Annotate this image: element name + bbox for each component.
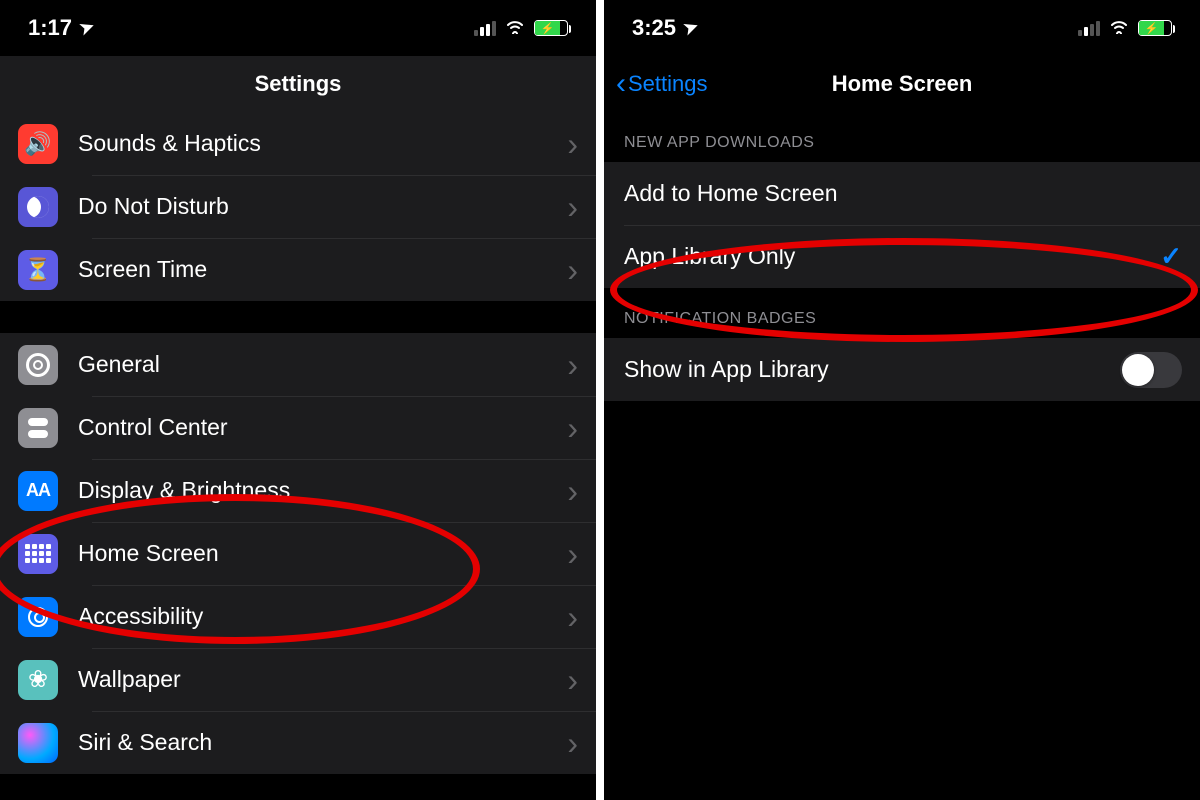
status-bar: 1:17 ➤ ⚡ — [0, 0, 596, 56]
settings-group-1: 🔊 Sounds & Haptics › Do Not Disturb › ⏳ … — [0, 112, 596, 301]
show-in-app-library-toggle[interactable] — [1120, 352, 1182, 388]
flower-icon: ❀ — [18, 660, 58, 700]
status-time: 1:17 — [28, 15, 72, 41]
wifi-icon — [1108, 18, 1130, 38]
settings-group-2: General › Control Center › AA Display & … — [0, 333, 596, 774]
page-title: Settings — [0, 71, 596, 97]
row-label: Screen Time — [78, 256, 567, 283]
row-label: Accessibility — [78, 603, 567, 630]
row-label: Display & Brightness — [78, 477, 567, 504]
section-header-new-app-downloads: NEW APP DOWNLOADS — [604, 112, 1200, 162]
speaker-icon: 🔊 — [18, 124, 58, 164]
cellular-signal-icon — [1078, 21, 1100, 36]
location-services-icon: ➤ — [681, 16, 701, 40]
option-add-to-home-screen[interactable]: Add to Home Screen — [604, 162, 1200, 225]
row-display-brightness[interactable]: AA Display & Brightness › — [0, 459, 596, 522]
siri-icon — [18, 723, 58, 763]
chevron-right-icon: › — [567, 254, 578, 286]
chevron-right-icon: › — [567, 128, 578, 160]
section-header-notification-badges: NOTIFICATION BADGES — [604, 288, 1200, 338]
row-control-center[interactable]: Control Center › — [0, 396, 596, 459]
row-label: Do Not Disturb — [78, 193, 567, 220]
chevron-right-icon: › — [567, 727, 578, 759]
location-services-icon: ➤ — [77, 16, 97, 40]
nav-bar: ‹ Settings Home Screen — [604, 56, 1200, 112]
row-show-in-app-library: Show in App Library — [604, 338, 1200, 401]
row-label: App Library Only — [624, 243, 1160, 270]
row-label: Control Center — [78, 414, 567, 441]
moon-icon — [18, 187, 58, 227]
row-label: Add to Home Screen — [624, 180, 1182, 207]
chevron-right-icon: › — [567, 412, 578, 444]
wifi-icon — [504, 18, 526, 38]
settings-screen: 1:17 ➤ ⚡ Settings 🔊 Sounds & Haptics › — [0, 0, 596, 800]
row-accessibility[interactable]: Accessibility › — [0, 585, 596, 648]
text-size-icon: AA — [18, 471, 58, 511]
screenshot-divider — [596, 0, 604, 800]
row-screen-time[interactable]: ⏳ Screen Time › — [0, 238, 596, 301]
back-label: Settings — [628, 71, 708, 97]
back-button[interactable]: ‹ Settings — [616, 69, 708, 99]
row-label: Show in App Library — [624, 356, 1120, 383]
chevron-left-icon: ‹ — [616, 69, 626, 99]
cellular-signal-icon — [474, 21, 496, 36]
row-wallpaper[interactable]: ❀ Wallpaper › — [0, 648, 596, 711]
row-label: Home Screen — [78, 540, 567, 567]
chevron-right-icon: › — [567, 538, 578, 570]
row-label: Siri & Search — [78, 729, 567, 756]
row-label: General — [78, 351, 567, 378]
row-siri-search[interactable]: Siri & Search › — [0, 711, 596, 774]
chevron-right-icon: › — [567, 349, 578, 381]
option-app-library-only[interactable]: App Library Only ✓ — [604, 225, 1200, 288]
chevron-right-icon: › — [567, 475, 578, 507]
toggles-icon — [18, 408, 58, 448]
chevron-right-icon: › — [567, 191, 578, 223]
accessibility-icon — [18, 597, 58, 637]
hourglass-icon: ⏳ — [18, 250, 58, 290]
row-general[interactable]: General › — [0, 333, 596, 396]
row-sounds-haptics[interactable]: 🔊 Sounds & Haptics › — [0, 112, 596, 175]
row-home-screen[interactable]: Home Screen › — [0, 522, 596, 585]
gear-icon — [18, 345, 58, 385]
home-screen-settings-screen: 3:25 ➤ ⚡ ‹ Settings Home Screen NEW APP … — [604, 0, 1200, 800]
app-grid-icon — [18, 534, 58, 574]
chevron-right-icon: › — [567, 664, 578, 696]
checkmark-icon: ✓ — [1160, 241, 1182, 272]
nav-bar: Settings — [0, 56, 596, 112]
row-label: Sounds & Haptics — [78, 130, 567, 157]
status-bar: 3:25 ➤ ⚡ — [604, 0, 1200, 56]
battery-icon: ⚡ — [534, 20, 568, 36]
status-time: 3:25 — [632, 15, 676, 41]
row-do-not-disturb[interactable]: Do Not Disturb › — [0, 175, 596, 238]
chevron-right-icon: › — [567, 601, 578, 633]
battery-icon: ⚡ — [1138, 20, 1172, 36]
row-label: Wallpaper — [78, 666, 567, 693]
